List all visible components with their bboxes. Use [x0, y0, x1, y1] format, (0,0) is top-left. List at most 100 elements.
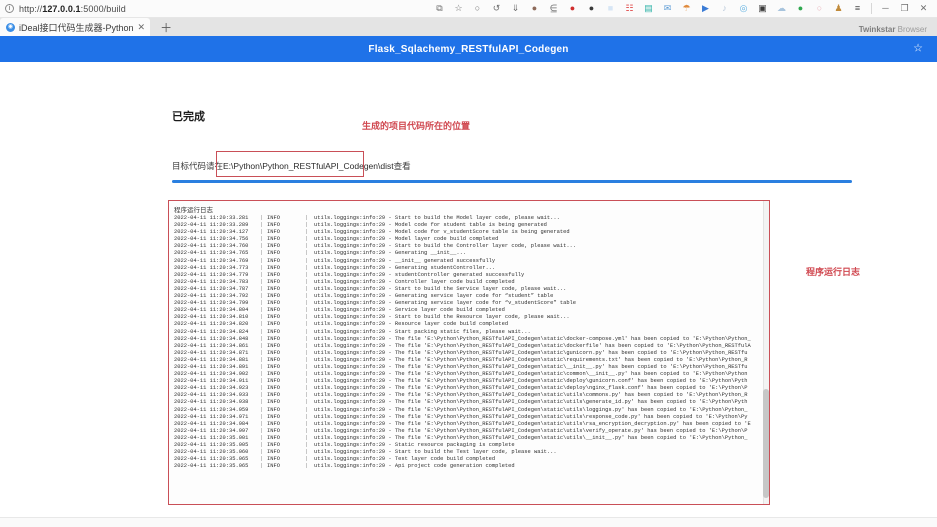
log-line: 2022-04-11 11:20:33.289 | INFO | utils.loggi… [174, 222, 769, 229]
log-timestamp: 2022-04-11 11:20:34.799 [174, 300, 249, 307]
cloud-icon[interactable]: ☁ [776, 3, 787, 14]
maximize-button[interactable]: ❐ [899, 3, 910, 14]
log-separator: | [260, 399, 264, 406]
log-separator: | [305, 371, 309, 378]
log-separator: | [305, 222, 309, 229]
browser-tab[interactable]: ◉ iDeal接口代码生成器-Python ✕ [0, 18, 151, 36]
log-level: INFO [267, 328, 280, 335]
log-timestamp: 2022-04-11 11:20:34.787 [174, 285, 249, 292]
log-level: INFO [267, 442, 280, 448]
log-message: utils.loggings:info:29 - Start packing s… [314, 328, 531, 335]
tab-close-icon[interactable]: ✕ [138, 22, 146, 33]
log-separator: | [260, 243, 264, 250]
log-timestamp: 2022-04-11 11:20:34.773 [174, 264, 249, 271]
log-separator: | [260, 236, 264, 243]
globe-icon[interactable]: ◎ [738, 3, 749, 14]
log-panel[interactable]: 程序运行日志 2022-04-11 11:20:33.281 | INFO | util… [168, 200, 770, 505]
browser-brand-name: Twinkstar [858, 25, 896, 34]
log-timestamp: 2022-04-11 11:20:35.001 [174, 434, 249, 441]
log-level: INFO [267, 314, 280, 321]
log-separator: | [260, 293, 264, 300]
log-line: 2022-04-11 11:20:34.810 | INFO | utils.loggi… [174, 314, 769, 321]
log-separator: | [260, 349, 264, 356]
log-level: INFO [267, 215, 280, 221]
log-separator: | [305, 300, 309, 307]
log-line: 2022-04-11 11:20:34.984 | INFO | utils.loggi… [174, 421, 769, 428]
log-separator: | [305, 229, 309, 236]
bookmark-star-icon[interactable]: ☆ [453, 3, 464, 14]
history-back-icon[interactable]: ↺ [491, 3, 502, 14]
reload-icon[interactable]: ○ [472, 3, 483, 14]
log-separator: | [305, 285, 309, 292]
person-icon[interactable]: ♟ [833, 3, 844, 14]
log-separator: | [260, 427, 264, 434]
log-separator: | [305, 321, 309, 328]
mail-icon[interactable]: ✉ [662, 3, 673, 14]
ghost-icon[interactable]: ○ [814, 3, 825, 14]
status-heading: 已完成 [172, 111, 205, 123]
log-separator: | [260, 271, 264, 278]
extensions-icon[interactable]: ⧉ [434, 3, 445, 14]
log-level: INFO [267, 278, 280, 285]
log-message: utils.loggings:info:29 - The file 'E:\Py… [314, 342, 751, 349]
address-bar-url[interactable]: http://127.0.0.1:5000/build [19, 4, 126, 14]
log-message: utils.loggings:info:29 - The file 'E:\Py… [314, 399, 748, 406]
weather-icon[interactable]: ☂ [681, 3, 692, 14]
notes-icon[interactable]: ■ [605, 3, 616, 14]
log-level: INFO [267, 434, 280, 441]
log-line: 2022-04-11 11:20:34.792 | INFO | utils.loggi… [174, 293, 769, 300]
apps-grid-icon[interactable]: ▣ [757, 3, 768, 14]
log-message: utils.loggings:info:29 - Model layer cod… [314, 236, 499, 243]
log-timestamp: 2022-04-11 11:20:34.765 [174, 250, 249, 257]
log-scrollbar-thumb[interactable] [763, 388, 769, 498]
calendar-icon[interactable]: ☷ [624, 3, 635, 14]
close-button[interactable]: ✕ [918, 3, 929, 14]
log-timestamp: 2022-04-11 11:20:34.902 [174, 371, 249, 378]
browser-chrome: i http://127.0.0.1:5000/build ⧉ ☆ ○ ↺ ⇓ … [0, 0, 937, 36]
log-separator: | [260, 356, 264, 363]
log-separator: | [305, 442, 309, 448]
log-message: utils.loggings:info:29 - Start to build … [314, 449, 557, 456]
log-message: utils.loggings:info:29 - The file 'E:\Py… [314, 413, 748, 420]
security-shield-icon[interactable]: ● [567, 3, 578, 14]
log-separator: | [260, 285, 264, 292]
log-separator: | [305, 271, 309, 278]
log-line: 2022-04-11 11:20:34.787 | INFO | utils.loggi… [174, 286, 769, 293]
app-header: Flask_Sqlachemy_RESTfulAPI_Codegen ☆ [0, 36, 937, 62]
log-line: 2022-04-11 11:20:34.127 | INFO | utils.loggi… [174, 229, 769, 236]
star-badge-icon[interactable]: ☆ [913, 43, 923, 55]
new-tab-button[interactable]: ＋ [160, 22, 172, 34]
leaf-icon[interactable]: ● [795, 3, 806, 14]
log-separator: | [305, 250, 309, 257]
log-message: utils.loggings:info:29 - Model code for … [314, 229, 570, 236]
log-separator: | [260, 321, 264, 328]
log-message: utils.loggings:info:29 - The file 'E:\Py… [314, 406, 748, 413]
page-content: 已完成 目标代码请在E:\Python\Python_RESTfulAPI_Co… [0, 62, 937, 527]
log-timestamp: 2022-04-11 11:20:34.933 [174, 392, 249, 399]
log-scrollbar[interactable] [763, 201, 769, 504]
log-level: INFO [267, 222, 280, 229]
log-separator: | [305, 399, 309, 406]
log-message: utils.loggings:info:29 - studentControll… [314, 271, 525, 278]
minimize-button[interactable]: ─ [880, 3, 891, 14]
menu-hamburger-icon[interactable]: ≡ [852, 3, 863, 14]
tab-strip: ◉ iDeal接口代码生成器-Python ✕ ＋ Twinkstar Brow… [0, 18, 937, 36]
annotation-run-log: 程序运行日志 [806, 267, 861, 277]
log-separator: | [305, 385, 309, 392]
log-line: 2022-04-11 11:20:34.756 | INFO | utils.loggi… [174, 236, 769, 243]
translate-icon[interactable]: ▤ [643, 3, 654, 14]
log-level: INFO [267, 250, 280, 257]
log-line: 2022-04-11 11:20:34.911 | INFO | utils.loggi… [174, 378, 769, 385]
log-level: INFO [267, 307, 280, 314]
info-circle-icon[interactable]: i [5, 4, 14, 13]
log-separator: | [305, 342, 309, 349]
download-icon[interactable]: ⇓ [510, 3, 521, 14]
log-separator: | [305, 278, 309, 285]
log-timestamp: 2022-04-11 11:20:35.065 [174, 463, 249, 470]
adblock-icon[interactable]: ● [586, 3, 597, 14]
video-icon[interactable]: ▶ [700, 3, 711, 14]
user-profile-icon[interactable]: ● [529, 3, 540, 14]
screenshot-crop-icon[interactable]: ⋸ [548, 3, 559, 14]
log-separator: | [260, 328, 264, 335]
music-icon[interactable]: ♪ [719, 3, 730, 14]
